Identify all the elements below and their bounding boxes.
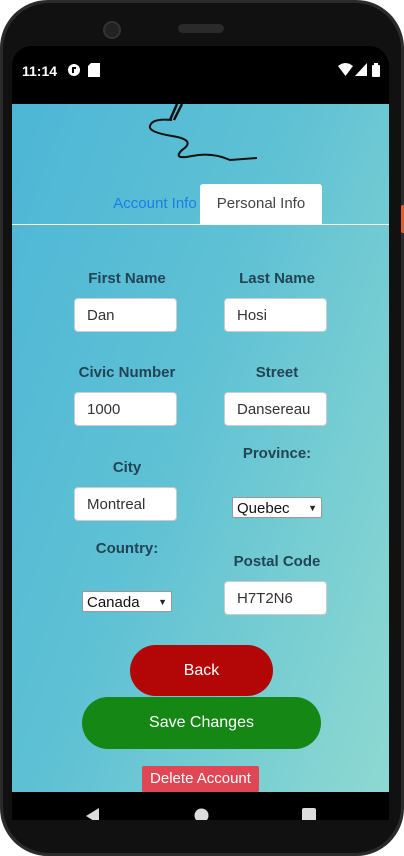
status-time: 11:14: [22, 63, 58, 79]
country-select[interactable]: Canada ▼: [82, 591, 172, 612]
signal-icon: [355, 63, 367, 79]
province-select[interactable]: Quebec ▼: [232, 497, 322, 518]
nav-back-icon[interactable]: [86, 808, 100, 820]
save-changes-button[interactable]: Save Changes: [82, 697, 321, 749]
app-content: Account Info Personal Info First Name Da…: [12, 104, 389, 792]
delete-account-button[interactable]: Delete Account: [142, 766, 259, 792]
province-label: Province:: [242, 445, 312, 462]
nav-home-icon[interactable]: [194, 808, 209, 820]
last-name-input[interactable]: Hosi: [224, 298, 327, 332]
country-selected-value: Canada: [87, 594, 140, 611]
postal-code-input[interactable]: H7T2N6: [224, 581, 327, 615]
screen: 11:14 Account Info Personal Info First N…: [12, 46, 389, 820]
tab-bar: Account Info Personal Info: [12, 184, 389, 225]
notification-app-icon: [67, 63, 81, 80]
front-camera: [103, 21, 121, 39]
postal-code-label: Postal Code: [233, 553, 321, 570]
civic-number-input[interactable]: 1000: [74, 392, 177, 426]
earpiece-speaker: [178, 24, 224, 33]
dropdown-arrow-icon: ▼: [308, 503, 317, 513]
signature-logo: [148, 104, 258, 162]
android-nav-bar: [12, 792, 389, 820]
status-bar: 11:14: [12, 46, 389, 104]
battery-icon: [372, 63, 380, 80]
first-name-input[interactable]: Dan: [74, 298, 177, 332]
last-name-label: Last Name: [239, 270, 315, 287]
tab-personal-info[interactable]: Personal Info: [200, 184, 322, 224]
city-label: City: [112, 459, 142, 476]
back-button[interactable]: Back: [130, 645, 273, 696]
city-input[interactable]: Montreal: [74, 487, 177, 521]
phone-frame: 11:14 Account Info Personal Info First N…: [0, 0, 404, 856]
first-name-label: First Name: [88, 270, 166, 287]
dropdown-arrow-icon: ▼: [158, 597, 167, 607]
sd-card-icon: [88, 63, 100, 80]
wifi-icon: [338, 63, 353, 79]
country-label: Country:: [95, 540, 159, 557]
street-input[interactable]: Dansereau: [224, 392, 327, 426]
province-selected-value: Quebec: [237, 500, 290, 517]
civic-number-label: Civic Number: [78, 364, 176, 381]
nav-recents-icon[interactable]: [302, 808, 316, 820]
street-label: Street: [255, 364, 299, 381]
